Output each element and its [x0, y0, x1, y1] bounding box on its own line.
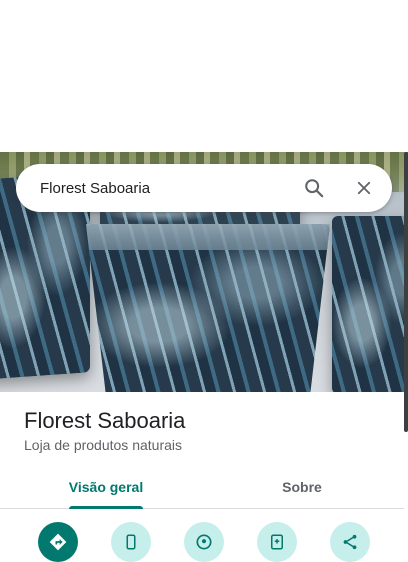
soap-bar-right — [332, 216, 408, 392]
clear-search-button[interactable] — [344, 168, 384, 208]
soap-top-face — [86, 224, 330, 250]
directions-button[interactable] — [38, 522, 78, 562]
tab-about[interactable]: Sobre — [252, 466, 352, 508]
close-icon — [357, 181, 371, 195]
save-button[interactable] — [257, 522, 297, 562]
call-button[interactable] — [111, 522, 151, 562]
tab-overview[interactable]: Visão geral — [56, 466, 156, 508]
save-icon — [271, 534, 283, 550]
search-query[interactable]: Florest Saboaria — [40, 180, 294, 197]
place-title: Florest Saboaria — [24, 408, 186, 433]
search-bar[interactable]: Florest Saboaria — [16, 164, 392, 212]
search-icon — [305, 179, 324, 198]
share-button[interactable] — [330, 522, 370, 562]
share-icon — [343, 534, 357, 550]
directions-icon — [49, 533, 67, 551]
nearby-icon — [196, 534, 212, 550]
place-category[interactable]: Loja de produtos naturais — [24, 437, 182, 453]
phone-icon — [126, 534, 136, 550]
place-tabs: Visão geral Sobre — [0, 466, 404, 509]
soap-bar-main — [86, 224, 330, 392]
search-button[interactable] — [294, 168, 334, 208]
nearby-button[interactable] — [184, 522, 224, 562]
selected-tab-indicator — [69, 506, 143, 509]
action-buttons — [0, 522, 404, 562]
scrollbar-thumb[interactable] — [404, 152, 408, 432]
